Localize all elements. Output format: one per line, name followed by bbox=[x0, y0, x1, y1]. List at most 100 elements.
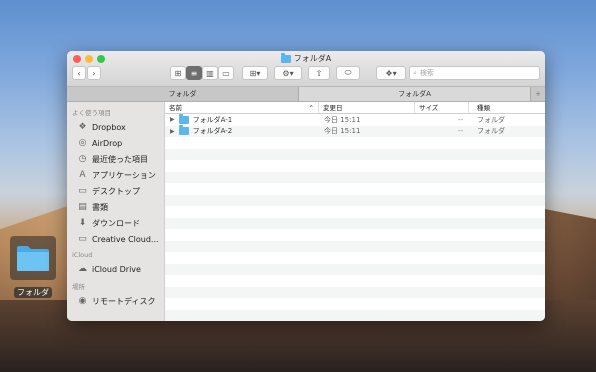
cloud-icon: ☁ bbox=[78, 264, 87, 274]
empty-row bbox=[165, 309, 545, 321]
empty-row bbox=[165, 137, 545, 149]
dropbox-button[interactable]: ❖▾ bbox=[376, 66, 406, 80]
empty-row bbox=[165, 183, 545, 195]
group-by-button[interactable]: ⊞▾ bbox=[242, 66, 268, 80]
tab-bar: フォルダ フォルダA + bbox=[67, 87, 545, 102]
search-field[interactable]: ⌕ 検索 bbox=[409, 66, 540, 80]
sidebar-item-icloud-drive[interactable]: ☁ iCloud Drive bbox=[67, 261, 164, 277]
folder-icon bbox=[17, 246, 49, 271]
empty-row bbox=[165, 286, 545, 298]
sidebar-item-label: 最近使った項目 bbox=[92, 154, 148, 164]
sidebar-header-icloud: iCloud bbox=[72, 251, 93, 259]
sidebar-item-label: AirDrop bbox=[92, 138, 123, 148]
back-button[interactable]: ‹ bbox=[72, 66, 86, 80]
window-title: フォルダA bbox=[67, 52, 545, 64]
sidebar: よく使う項目 ❖ Dropbox ◎ AirDrop ◷ 最近使った項目 A アプリケー… bbox=[67, 102, 165, 321]
finder-window: フォルダA ‹ › ⊞ ≡ ▥ ▭ ⊞▾ ⚙▾ ⇧ ⬭ ❖▾ ⌕ 検索 フォルダ… bbox=[67, 51, 545, 321]
sidebar-item-label: アプリケーション bbox=[92, 170, 156, 180]
tab-folder-a[interactable]: フォルダA bbox=[299, 87, 531, 101]
empty-row bbox=[165, 298, 545, 310]
file-name: フォルダA-2 bbox=[192, 127, 233, 136]
disclosure-triangle-icon[interactable]: ▶ bbox=[170, 116, 175, 123]
file-date: 今日 15:11 bbox=[324, 115, 361, 124]
document-icon: ▤ bbox=[78, 202, 87, 212]
sidebar-item-airdrop[interactable]: ◎ AirDrop bbox=[67, 135, 164, 151]
empty-row bbox=[165, 171, 545, 183]
sidebar-item-label: iCloud Drive bbox=[92, 264, 141, 274]
group-icon: ⊞▾ bbox=[249, 68, 261, 78]
file-size: -- bbox=[457, 127, 463, 136]
gallery-icon: ▭ bbox=[222, 68, 230, 78]
empty-row bbox=[165, 229, 545, 241]
file-date: 今日 15:11 bbox=[324, 127, 361, 136]
dropbox-icon: ❖▾ bbox=[385, 68, 397, 78]
folder-icon bbox=[280, 52, 291, 63]
file-name: フォルダA-1 bbox=[192, 115, 233, 124]
icon-view-button[interactable]: ⊞ bbox=[170, 66, 186, 80]
sidebar-item-creative-cloud[interactable]: ▭ Creative Cloud... bbox=[67, 231, 164, 247]
sidebar-item-applications[interactable]: A アプリケーション bbox=[67, 167, 164, 183]
action-button[interactable]: ⚙▾ bbox=[274, 66, 302, 80]
column-date[interactable]: 変更日 bbox=[319, 102, 415, 113]
title-bar: フォルダA ‹ › ⊞ ≡ ▥ ▭ ⊞▾ ⚙▾ ⇧ ⬭ ❖▾ ⌕ 検索 bbox=[67, 51, 545, 87]
column-size[interactable]: サイズ bbox=[415, 102, 469, 113]
column-view-button[interactable]: ▥ bbox=[202, 66, 218, 80]
column-name-label: 名前 bbox=[169, 104, 182, 112]
table-row[interactable]: ▶ フォルダA-2 今日 15:11 -- フォルダ bbox=[165, 125, 545, 137]
file-kind: フォルダ bbox=[477, 127, 505, 136]
grid-icon: ⊞ bbox=[174, 68, 182, 78]
empty-row bbox=[165, 263, 545, 275]
chevron-right-icon: › bbox=[92, 68, 96, 78]
column-name[interactable]: 名前 ⌃ bbox=[165, 102, 319, 113]
empty-row bbox=[165, 252, 545, 264]
desktop-icon: ▭ bbox=[78, 186, 87, 196]
sidebar-item-dropbox[interactable]: ❖ Dropbox bbox=[67, 119, 164, 135]
sidebar-item-label: Dropbox bbox=[92, 122, 126, 132]
search-icon: ⌕ bbox=[413, 68, 417, 77]
column-kind[interactable]: 種類 bbox=[469, 102, 545, 113]
search-placeholder: 検索 bbox=[419, 69, 434, 77]
sidebar-item-label: デスクトップ bbox=[92, 186, 140, 196]
window-title-text: フォルダA bbox=[293, 54, 332, 63]
tab-folder[interactable]: フォルダ bbox=[67, 87, 299, 101]
disclosure-triangle-icon[interactable]: ▶ bbox=[170, 128, 175, 135]
folder-icon: ▭ bbox=[78, 234, 87, 244]
dropbox-icon: ❖ bbox=[78, 122, 87, 132]
disk-icon: ◉ bbox=[78, 296, 87, 306]
sidebar-item-documents[interactable]: ▤ 書類 bbox=[67, 199, 164, 215]
sort-chevron-icon: ⌃ bbox=[308, 104, 314, 112]
rows: ▶ フォルダA-1 今日 15:11 -- フォルダ ▶ フォルダA-2 今日 15… bbox=[165, 113, 545, 321]
list-icon: ≡ bbox=[190, 68, 198, 78]
file-list: 名前 ⌃ 変更日 サイズ 種類 ▶ フォルダA-1 今日 15:11 -- フォルダ… bbox=[165, 102, 545, 321]
clock-icon: ◷ bbox=[78, 154, 87, 164]
folder-icon bbox=[178, 125, 189, 136]
file-size: -- bbox=[457, 115, 463, 124]
empty-row bbox=[165, 160, 545, 172]
file-kind: フォルダ bbox=[477, 115, 505, 124]
sidebar-item-label: ダウンロード bbox=[92, 218, 140, 228]
empty-row bbox=[165, 217, 545, 229]
folder-icon bbox=[178, 113, 189, 124]
download-icon: ⬇ bbox=[78, 218, 87, 228]
applications-icon: A bbox=[79, 170, 86, 180]
sidebar-item-downloads[interactable]: ⬇ ダウンロード bbox=[67, 215, 164, 231]
share-button[interactable]: ⇧ bbox=[308, 66, 330, 80]
sidebar-item-label: リモートディスク bbox=[92, 296, 156, 306]
empty-row bbox=[165, 206, 545, 218]
sidebar-item-recents[interactable]: ◷ 最近使った項目 bbox=[67, 151, 164, 167]
tags-button[interactable]: ⬭ bbox=[336, 66, 360, 80]
list-view-button[interactable]: ≡ bbox=[186, 66, 202, 80]
table-row[interactable]: ▶ フォルダA-1 今日 15:11 -- フォルダ bbox=[165, 113, 545, 126]
empty-row bbox=[165, 148, 545, 160]
new-tab-button[interactable]: + bbox=[531, 87, 545, 101]
chevron-left-icon: ‹ bbox=[77, 68, 81, 78]
empty-row bbox=[165, 240, 545, 252]
sidebar-item-remote-disc[interactable]: ◉ リモートディスク bbox=[67, 293, 164, 309]
gear-icon: ⚙▾ bbox=[282, 68, 294, 78]
desktop-folder[interactable]: フォルダ bbox=[10, 236, 56, 299]
gallery-view-button[interactable]: ▭ bbox=[218, 66, 234, 80]
forward-button[interactable]: › bbox=[87, 66, 101, 80]
empty-row bbox=[165, 275, 545, 287]
columns-icon: ▥ bbox=[206, 68, 214, 78]
sidebar-item-desktop[interactable]: ▭ デスクトップ bbox=[67, 183, 164, 199]
